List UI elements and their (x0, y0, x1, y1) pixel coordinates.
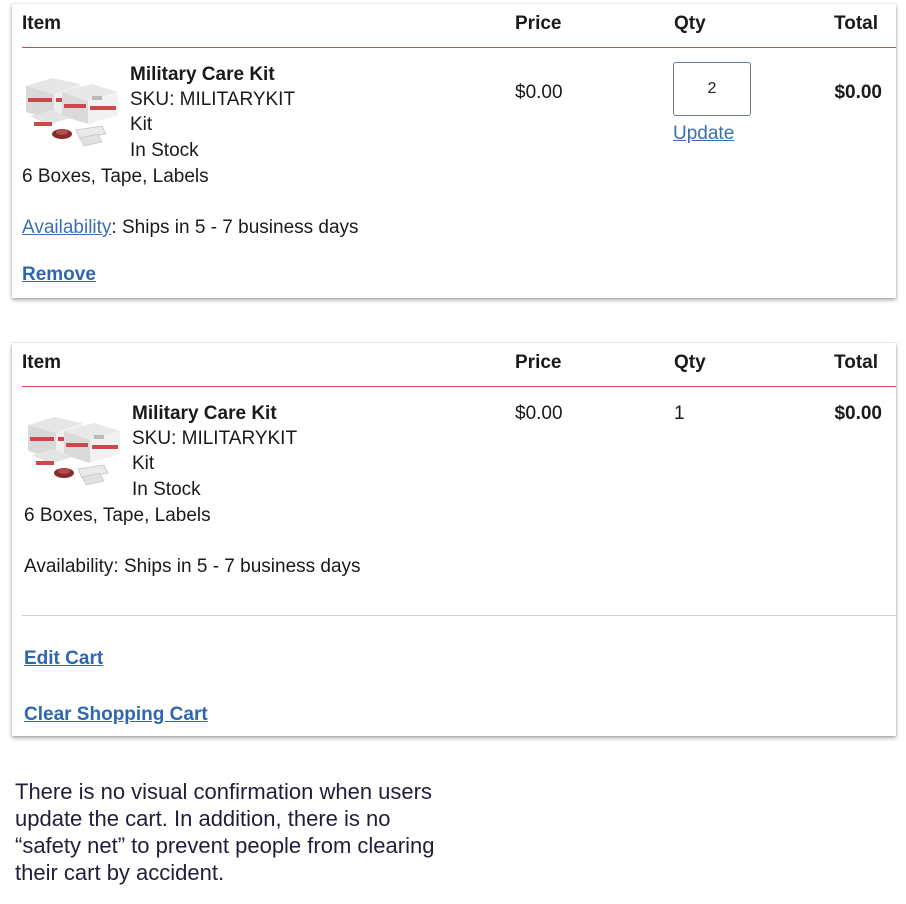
edit-cart-link[interactable]: Edit Cart (24, 646, 103, 671)
cart-header: Item Price Qty Total (22, 4, 896, 48)
product-type: Kit (130, 114, 153, 135)
cart-panel-readonly: Item Price Qty Total Military Care Kit S… (12, 343, 896, 736)
product-image (24, 407, 124, 487)
product-name: Military Care Kit (132, 403, 277, 424)
product-type: Kit (132, 453, 155, 474)
column-price: Price (515, 13, 562, 34)
item-price: $0.00 (515, 82, 563, 103)
stock-status: In Stock (130, 140, 199, 161)
product-sku: SKU: MILITARYKIT (130, 89, 296, 110)
column-qty: Qty (674, 352, 706, 373)
column-total: Total (834, 13, 878, 34)
product-contents: 6 Boxes, Tape, Labels (24, 505, 211, 526)
availability-line: Availability: Ships in 5 - 7 business da… (22, 215, 359, 240)
product-sku: SKU: MILITARYKIT (132, 428, 298, 449)
cart-panel-editable: Item Price Qty Total Military Care Kit S… (12, 4, 896, 298)
cart-header: Item Price Qty Total (22, 343, 896, 387)
column-item: Item (22, 13, 62, 34)
column-item: Item (22, 352, 62, 373)
column-price: Price (515, 352, 562, 373)
product-contents: 6 Boxes, Tape, Labels (22, 166, 209, 187)
availability-link[interactable]: Availability (22, 217, 111, 238)
annotation-caption: There is no visual confirmation when use… (15, 779, 435, 885)
product-name: Military Care Kit (130, 64, 275, 85)
column-total: Total (834, 352, 878, 373)
stock-status: In Stock (132, 479, 201, 500)
quantity-input[interactable] (673, 62, 751, 116)
item-total: $0.00 (834, 82, 882, 103)
availability-line: Availability: Ships in 5 - 7 business da… (24, 556, 361, 577)
divider (22, 615, 896, 616)
update-link[interactable]: Update (673, 121, 734, 146)
product-image (22, 68, 122, 148)
remove-link[interactable]: Remove (22, 262, 96, 287)
item-qty: 1 (674, 403, 685, 424)
item-total: $0.00 (834, 403, 882, 424)
column-qty: Qty (674, 13, 706, 34)
item-price: $0.00 (515, 403, 563, 424)
availability-text: : Ships in 5 - 7 business days (111, 217, 359, 238)
clear-shopping-cart-link[interactable]: Clear Shopping Cart (24, 702, 208, 727)
